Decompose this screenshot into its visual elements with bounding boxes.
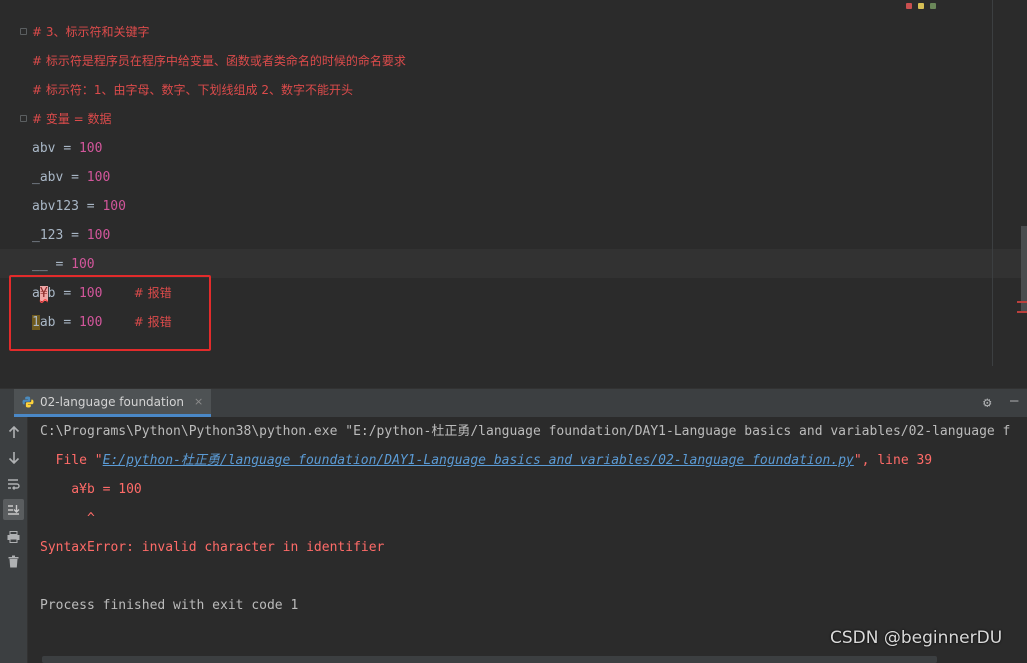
run-tab-label: 02-language foundation — [40, 394, 185, 409]
minimize-icon[interactable]: — — [1010, 393, 1018, 409]
run-console[interactable]: C:\Programs\Python\Python38\python.exe "… — [28, 417, 1027, 663]
run-toolbar — [0, 417, 28, 663]
operator: = — [63, 141, 72, 156]
run-panel-header: 02-language foundation × ⚙ — — [0, 388, 1027, 417]
up-arrow-icon[interactable] — [3, 422, 24, 443]
error-stripe-marker[interactable] — [1017, 311, 1027, 313]
error-stripe-marker[interactable] — [1017, 301, 1027, 303]
current-line-highlight — [0, 249, 992, 278]
operator: = — [55, 257, 64, 272]
console-error-message: SyntaxError: invalid character in identi… — [40, 540, 385, 555]
number-literal: 100 — [78, 141, 103, 156]
console-exit-message: Process finished with exit code 1 — [40, 598, 299, 613]
code-line-comment[interactable]: # 标示符：1、由字母、数字、下划线组成 2、数字不能开头 — [32, 76, 353, 105]
code-line-assignment[interactable]: abv123 = 100 — [32, 192, 126, 221]
code-line-comment[interactable]: # 标示符是程序员在程序中给变量、函数或者类命名的时候的命名要求 — [32, 47, 406, 76]
trash-icon[interactable] — [3, 551, 24, 572]
number-literal: 100 — [86, 170, 111, 185]
identifier: abv — [32, 141, 56, 156]
operator: = — [86, 199, 95, 214]
down-arrow-icon[interactable] — [3, 447, 24, 468]
code-line-comment[interactable]: # 变量 = 数据 — [32, 105, 112, 134]
soft-wrap-icon[interactable] — [3, 473, 24, 494]
traceback-suffix: ", line 39 — [853, 453, 933, 468]
code-line-assignment[interactable]: _abv = 100 — [32, 163, 110, 192]
right-margin-guide — [992, 0, 993, 366]
operator: = — [71, 228, 79, 243]
console-traceback-file: File "E:/python-杜正勇/language foundation/… — [40, 446, 933, 475]
annotation-highlight-box — [9, 275, 211, 351]
number-literal: 100 — [102, 199, 126, 214]
console-caret-line: ^ — [40, 511, 95, 526]
code-line-assignment[interactable]: abv = 100 — [32, 134, 102, 163]
watermark: CSDN @beginnerDU — [830, 628, 1003, 648]
traceback-file-link[interactable]: E:/python-杜正勇/language foundation/DAY1-L… — [103, 453, 854, 468]
close-icon[interactable]: × — [194, 395, 203, 408]
identifier: abv123 — [32, 199, 79, 214]
console-source-line: a¥b = 100 — [40, 482, 142, 497]
fold-marker-icon[interactable] — [20, 28, 27, 35]
number-literal: 100 — [86, 228, 111, 243]
editor-scrollbar[interactable] — [1021, 226, 1027, 312]
current-line-highlight-margin — [993, 249, 1021, 278]
run-tab[interactable]: 02-language foundation × — [14, 389, 212, 417]
code-line-assignment[interactable]: _123 = 100 — [32, 221, 110, 250]
number-literal: 100 — [71, 257, 95, 272]
scroll-to-end-icon[interactable] — [3, 499, 24, 520]
python-file-icon — [22, 396, 34, 408]
identifier: __ — [32, 257, 48, 272]
code-editor[interactable]: # 3、标示符和关键字 # 标示符是程序员在程序中给变量、函数或者类命名的时候的… — [0, 0, 1027, 388]
identifier: _123 — [32, 228, 64, 243]
console-command-line: C:\Programs\Python\Python38\python.exe "… — [40, 424, 1011, 439]
editor-status-indicators — [900, 0, 1000, 9]
fold-marker-icon[interactable] — [20, 115, 27, 122]
console-horizontal-scrollbar[interactable] — [42, 656, 937, 663]
code-line-comment[interactable]: # 3、标示符和关键字 — [32, 18, 150, 47]
traceback-prefix: File " — [40, 453, 103, 468]
operator: = — [71, 170, 79, 185]
identifier: _abv — [32, 170, 64, 185]
print-icon[interactable] — [3, 526, 24, 547]
gear-icon[interactable]: ⚙ — [983, 395, 991, 411]
